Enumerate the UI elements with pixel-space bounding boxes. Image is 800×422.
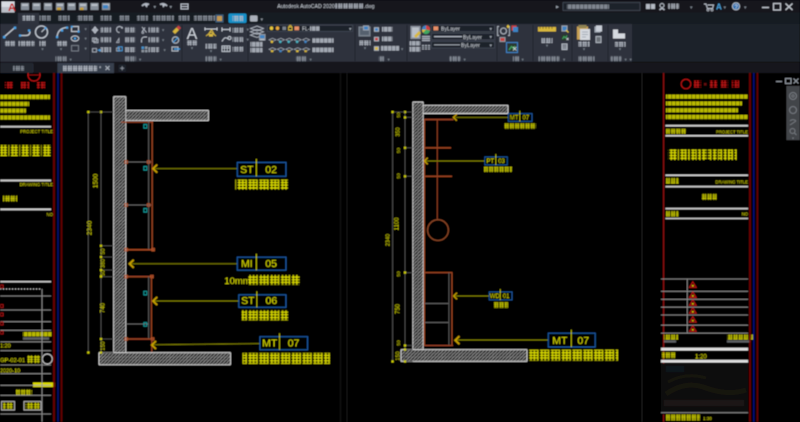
- svg-text:750: 750: [396, 303, 402, 314]
- svg-text:07: 07: [523, 115, 530, 121]
- svg-text:A: A: [8, 2, 16, 14]
- svg-text:1500: 1500: [93, 173, 100, 188]
- svg-text:PROJECT TITLE: PROJECT TITLE: [20, 129, 53, 134]
- svg-text:50: 50: [101, 248, 107, 254]
- svg-text:ByLayer: ByLayer: [461, 43, 480, 49]
- svg-text:PT: PT: [486, 159, 494, 165]
- svg-text:MI: MI: [241, 258, 253, 270]
- svg-text:DRAWING TITLE: DRAWING TITLE: [20, 182, 54, 187]
- svg-text:2340: 2340: [386, 234, 392, 246]
- svg-text:Autodesk AutoCAD 2020: Autodesk AutoCAD 2020: [277, 4, 335, 10]
- svg-text:07: 07: [577, 335, 589, 347]
- svg-text:▾: ▾: [792, 136, 794, 141]
- svg-text:07: 07: [288, 338, 300, 350]
- svg-text:ByLayer: ByLayer: [441, 26, 460, 32]
- svg-text:50: 50: [396, 340, 402, 346]
- svg-text:150: 150: [101, 341, 107, 350]
- svg-text:50: 50: [396, 271, 402, 277]
- svg-text:PROJECT TITLE: PROJECT TITLE: [716, 130, 748, 135]
- svg-text:50: 50: [396, 173, 402, 179]
- svg-text:1:20: 1:20: [0, 344, 11, 350]
- svg-text:1100: 1100: [395, 217, 401, 231]
- svg-text:ByLayer: ByLayer: [463, 35, 482, 41]
- svg-text:50: 50: [101, 270, 107, 276]
- svg-text:NO: NO: [47, 212, 54, 217]
- svg-text:FL-: FL-: [302, 27, 310, 33]
- svg-text:50: 50: [396, 112, 402, 118]
- svg-text:GP-02-01: GP-02-01: [0, 358, 25, 364]
- svg-text:A: A: [187, 26, 198, 43]
- svg-text:MT: MT: [552, 335, 568, 347]
- svg-text:350: 350: [396, 127, 402, 136]
- svg-text:02: 02: [265, 164, 277, 176]
- svg-text:150: 150: [396, 351, 402, 360]
- svg-text:10mm: 10mm: [224, 276, 250, 287]
- svg-text:740: 740: [101, 302, 107, 313]
- svg-text:.dwg: .dwg: [364, 4, 375, 10]
- svg-text:DRAWING TITLE: DRAWING TITLE: [715, 180, 748, 185]
- svg-text:05: 05: [265, 258, 277, 270]
- svg-text:ST: ST: [241, 295, 255, 307]
- svg-text:1:30: 1:30: [703, 416, 712, 421]
- svg-text:NO: NO: [742, 212, 749, 217]
- svg-text:ST: ST: [240, 164, 254, 176]
- svg-text:50: 50: [396, 148, 402, 154]
- svg-text:▸: ▸: [556, 5, 559, 11]
- svg-text:A: A: [716, 3, 722, 12]
- svg-text:MT: MT: [262, 338, 278, 350]
- svg-text:2340: 2340: [87, 220, 94, 235]
- svg-text:2020-10: 2020-10: [0, 368, 20, 374]
- svg-text:MT: MT: [510, 115, 519, 121]
- svg-text:1:20: 1:20: [695, 354, 707, 360]
- svg-text:380: 380: [101, 259, 107, 268]
- svg-text:06: 06: [266, 295, 278, 307]
- svg-text:03: 03: [498, 159, 505, 165]
- svg-text:WD: WD: [490, 294, 501, 300]
- svg-text:01: 01: [503, 294, 510, 300]
